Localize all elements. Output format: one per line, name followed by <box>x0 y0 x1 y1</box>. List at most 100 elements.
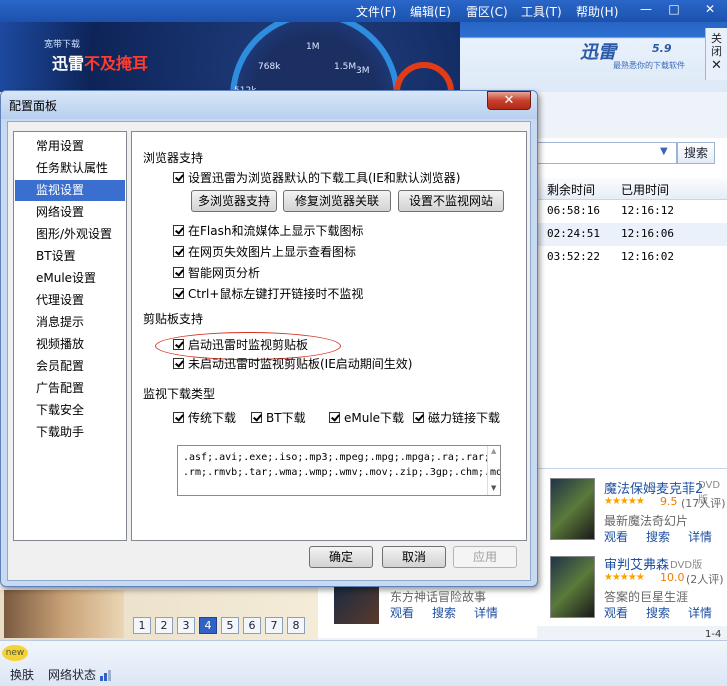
section-title-clipboard: 剪贴板支持 <box>143 312 204 326</box>
search-input[interactable] <box>537 142 677 164</box>
section-title-types: 监视下载类型 <box>143 387 216 401</box>
flash-icon-checkbox[interactable]: 在Flash和流媒体上显示下载图标 <box>173 222 363 238</box>
checkbox-checked-icon[interactable] <box>173 339 184 350</box>
checkbox-checked-icon[interactable] <box>329 412 340 423</box>
table-row[interactable]: 06:58:16 12:16:12 <box>537 200 727 223</box>
page-button[interactable]: 6 <box>243 617 261 634</box>
movie-poster[interactable] <box>550 556 595 618</box>
close-window-icon[interactable]: ✕ <box>700 2 720 18</box>
checkbox-checked-icon[interactable] <box>173 358 184 369</box>
nav-item-task-defaults[interactable]: 任务默认属性 <box>15 158 125 179</box>
search-button[interactable]: 搜索 <box>677 142 715 164</box>
nav-item-network[interactable]: 网络设置 <box>15 202 125 223</box>
multi-browser-button[interactable]: 多浏览器支持 <box>191 190 277 212</box>
nav-item-video[interactable]: 视频播放 <box>15 334 125 355</box>
default-tool-checkbox[interactable]: 设置迅雷为浏览器默认的下载工具(IE和默认浏览器) <box>173 169 461 185</box>
page-button[interactable]: 3 <box>177 617 195 634</box>
chevron-down-icon[interactable]: ▼ <box>660 146 668 157</box>
type-magnet-checkbox[interactable]: 磁力链接下载 <box>413 409 500 425</box>
checkbox-checked-icon[interactable] <box>413 412 424 423</box>
menu-zone[interactable]: 雷区(C) <box>466 3 508 20</box>
rating-votes: (2人评) <box>686 573 724 586</box>
settings-nav: 常用设置 任务默认属性 监视设置 网络设置 图形/外观设置 BT设置 eMule… <box>13 131 127 541</box>
repair-browser-button[interactable]: 修复浏览器关联 <box>283 190 391 212</box>
checkbox-checked-icon[interactable] <box>173 246 184 257</box>
page-button[interactable]: 7 <box>265 617 283 634</box>
search-link[interactable]: 搜索 <box>646 604 670 621</box>
maximize-icon[interactable]: □ <box>664 2 684 18</box>
movie-poster[interactable] <box>550 478 595 540</box>
column-remaining[interactable]: 剩余时间 <box>547 181 595 198</box>
page-button[interactable]: 1 <box>133 617 151 634</box>
ok-button[interactable]: 确定 <box>309 546 373 568</box>
ctrl-click-checkbox[interactable]: Ctrl+鼠标左键打开链接时不监视 <box>173 285 363 301</box>
exclude-sites-button[interactable]: 设置不监视网站 <box>398 190 504 212</box>
config-dialog: 配置面板 ✕ 常用设置 任务默认属性 监视设置 网络设置 图形/外观设置 BT设… <box>0 90 538 587</box>
checkbox-checked-icon[interactable] <box>173 225 184 236</box>
nav-item-assistant[interactable]: 下载助手 <box>15 422 125 443</box>
scroll-down-icon[interactable]: ▼ <box>491 484 496 492</box>
scroll-up-icon[interactable]: ▲ <box>491 447 496 455</box>
details-link[interactable]: 详情 <box>688 604 712 621</box>
minimize-icon[interactable]: — <box>636 2 656 18</box>
watch-link[interactable]: 观看 <box>390 604 414 621</box>
movie-desc: 东方神话冒险故事 <box>390 590 487 604</box>
column-elapsed[interactable]: 已用时间 <box>621 181 669 198</box>
close-icon[interactable]: ✕ <box>487 91 531 110</box>
menu-file[interactable]: 文件(F) <box>356 3 396 20</box>
search-link[interactable]: 搜索 <box>432 604 456 621</box>
rating-votes: (17人评) <box>681 497 726 510</box>
network-status[interactable]: 网络状态 <box>48 666 96 683</box>
checkbox-checked-icon[interactable] <box>173 267 184 278</box>
page-button-active[interactable]: 4 <box>199 617 217 634</box>
movie-tag: DVD版 <box>670 560 703 571</box>
checkbox-checked-icon[interactable] <box>173 172 184 183</box>
nav-item-emule[interactable]: eMule设置 <box>15 268 125 289</box>
type-bt-checkbox[interactable]: BT下载 <box>251 409 306 425</box>
nav-item-security[interactable]: 下载安全 <box>15 400 125 421</box>
watch-link[interactable]: 观看 <box>604 528 628 545</box>
nav-item-appearance[interactable]: 图形/外观设置 <box>15 224 125 245</box>
section-title-browser: 浏览器支持 <box>143 151 204 165</box>
nav-item-monitor[interactable]: 监视设置 <box>15 180 125 201</box>
type-emule-checkbox[interactable]: eMule下载 <box>329 409 404 425</box>
apply-button[interactable]: 应用 <box>453 546 517 568</box>
skin-button[interactable]: 换肤 <box>10 666 34 683</box>
nav-item-proxy[interactable]: 代理设置 <box>15 290 125 311</box>
page-button[interactable]: 5 <box>221 617 239 634</box>
rating-score: 10.0 <box>660 571 685 584</box>
extensions-scrollbar[interactable]: ▲ ▼ <box>487 446 500 495</box>
table-row[interactable]: 02:24:51 12:16:06 <box>537 223 727 246</box>
nav-item-ads[interactable]: 广告配置 <box>15 378 125 399</box>
page-button[interactable]: 8 <box>287 617 305 634</box>
menu-tools[interactable]: 工具(T) <box>521 3 562 20</box>
side-close-button[interactable]: 关 闭 ✕ <box>705 28 727 80</box>
clipboard-not-running-checkbox[interactable]: 未启动迅雷时监视剪贴板(IE启动期间生效) <box>173 355 413 371</box>
dialog-titlebar[interactable]: 配置面板 ✕ <box>1 91 537 119</box>
checkbox-checked-icon[interactable] <box>173 412 184 423</box>
checkbox-checked-icon[interactable] <box>173 288 184 299</box>
table-row[interactable]: 03:52:22 12:16:02 <box>537 246 727 269</box>
details-link[interactable]: 详情 <box>688 528 712 545</box>
details-link[interactable]: 详情 <box>474 604 498 621</box>
brand-version: 5.9 <box>652 42 672 55</box>
cancel-button[interactable]: 取消 <box>382 546 446 568</box>
page-button[interactable]: 2 <box>155 617 173 634</box>
search-link[interactable]: 搜索 <box>646 528 670 545</box>
menu-help[interactable]: 帮助(H) <box>576 3 618 20</box>
movie-desc: 最新魔法奇幻片 <box>604 514 689 528</box>
smart-analysis-checkbox[interactable]: 智能网页分析 <box>173 264 260 280</box>
clipboard-running-checkbox[interactable]: 启动迅雷时监视剪贴板 <box>173 336 308 352</box>
movie-poster[interactable] <box>334 584 379 624</box>
watch-link[interactable]: 观看 <box>604 604 628 621</box>
extensions-textarea[interactable]: .asf;.avi;.exe;.iso;.mp3;.mpeg;.mpg;.mpg… <box>177 445 501 496</box>
nav-item-bt[interactable]: BT设置 <box>15 246 125 267</box>
nav-item-notifications[interactable]: 消息提示 <box>15 312 125 333</box>
checkbox-checked-icon[interactable] <box>251 412 262 423</box>
broken-image-checkbox[interactable]: 在网页失效图片上显示查看图标 <box>173 243 356 259</box>
nav-item-member[interactable]: 会员配置 <box>15 356 125 377</box>
nav-item-general[interactable]: 常用设置 <box>15 136 125 157</box>
movie-desc: 答案的巨星生涯 <box>604 590 689 604</box>
menu-edit[interactable]: 编辑(E) <box>410 3 451 20</box>
type-classic-checkbox[interactable]: 传统下载 <box>173 409 236 425</box>
